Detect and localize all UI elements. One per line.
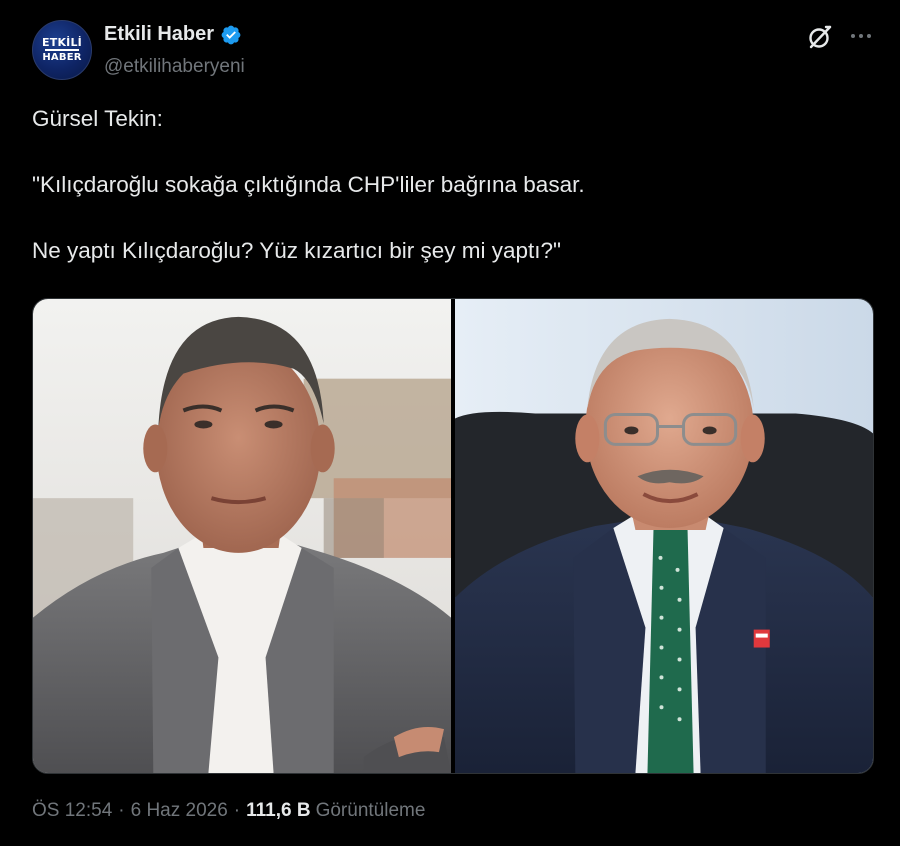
author-handle[interactable]: @etkilihaberyeni — [104, 56, 245, 78]
avatar-logo-line2: HABER — [42, 52, 82, 63]
views-count: 111,6 B — [246, 800, 311, 821]
tweet: ETKİLİ HABER Etkili Haber @etkilihaberye… — [0, 0, 900, 846]
author-name-row: Etkili Haber — [104, 23, 242, 46]
tweet-date[interactable]: 6 Haz 2026 — [131, 800, 228, 822]
tweet-meta: ÖS 12:54 · 6 Haz 2026 · 111,6 B Görüntül… — [32, 800, 425, 822]
tweet-photo-1[interactable] — [33, 299, 451, 773]
tweet-paragraph: Ne yaptı Kılıçdaroğlu? Yüz kızartıcı bir… — [32, 238, 562, 263]
tweet-paragraph: Gürsel Tekin: — [32, 106, 163, 131]
tweet-time[interactable]: ÖS 12:54 — [32, 800, 112, 822]
verified-badge-icon — [220, 24, 242, 46]
grok-icon[interactable] — [806, 23, 834, 51]
tweet-photo-2[interactable] — [455, 299, 873, 773]
tweet-paragraph: "Kılıçdaroğlu sokağa çıktığında CHP'lile… — [32, 172, 585, 197]
avatar-logo-line1: ETKİLİ — [42, 36, 82, 49]
avatar[interactable]: ETKİLİ HABER — [32, 20, 92, 80]
meta-separator: · — [233, 800, 241, 821]
tweet-text: Gürsel Tekin: "Kılıçdaroğlu sokağa çıktı… — [32, 106, 872, 264]
views-label: Görüntüleme — [315, 800, 426, 821]
more-options-icon[interactable] — [848, 26, 874, 46]
author-display-name[interactable]: Etkili Haber — [104, 23, 214, 46]
meta-separator: · — [118, 800, 125, 821]
tweet-media — [32, 298, 874, 774]
avatar-logo-divider — [45, 49, 79, 51]
